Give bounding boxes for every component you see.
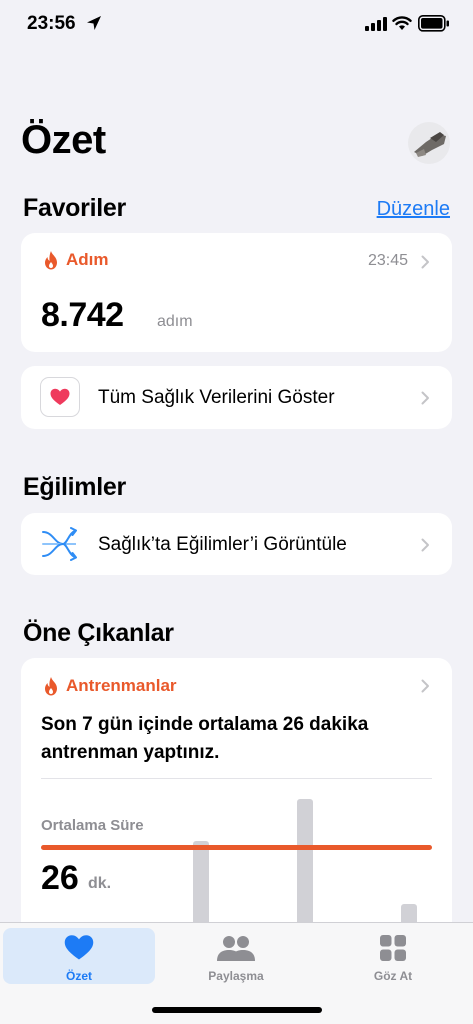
steps-value: 8.742 bbox=[41, 296, 124, 334]
tab-sharing[interactable]: Paylaşma bbox=[160, 928, 312, 984]
trends-section-title: Eğilimler bbox=[23, 473, 126, 501]
chevron-right-icon bbox=[421, 538, 429, 552]
average-line bbox=[41, 845, 432, 850]
people-icon bbox=[217, 936, 255, 961]
favorites-section-title: Favoriler bbox=[23, 194, 126, 222]
view-trends-button[interactable]: Sağlık’ta Eğilimler’i Görüntüle bbox=[21, 513, 452, 575]
highlights-section-title: Öne Çıkanlar bbox=[23, 619, 174, 647]
wifi-icon bbox=[392, 16, 412, 30]
flame-icon bbox=[45, 677, 57, 696]
chevron-right-icon bbox=[421, 255, 429, 269]
grid-icon bbox=[380, 935, 406, 961]
heart-icon bbox=[50, 388, 70, 405]
status-bar: 23:56 bbox=[0, 0, 473, 50]
tab-browse[interactable]: Göz At bbox=[317, 928, 469, 984]
heart-icon bbox=[64, 935, 94, 960]
workouts-label: Antrenmanlar bbox=[66, 676, 177, 695]
flame-icon bbox=[45, 251, 57, 270]
steps-unit: adım bbox=[157, 313, 193, 330]
tab-label: Paylaşma bbox=[208, 969, 264, 983]
status-time: 23:56 bbox=[27, 13, 76, 34]
trends-icon bbox=[42, 527, 77, 561]
location-arrow-icon bbox=[87, 16, 101, 30]
avatar-image bbox=[408, 122, 450, 164]
steps-card[interactable]: Adım 23:45 8.742 adım bbox=[21, 233, 452, 352]
average-duration-unit: dk. bbox=[88, 875, 112, 892]
tab-label: Göz At bbox=[373, 969, 413, 983]
chevron-right-icon bbox=[421, 679, 429, 693]
show-all-health-data-label: Tüm Sağlık Verilerini Göster bbox=[98, 387, 335, 408]
show-all-health-data-button[interactable]: Tüm Sağlık Verilerini Göster bbox=[21, 366, 452, 429]
divider bbox=[41, 778, 432, 779]
profile-avatar[interactable] bbox=[408, 122, 450, 164]
steps-timestamp: 23:45 bbox=[367, 252, 408, 269]
steps-label: Adım bbox=[66, 250, 109, 269]
home-indicator bbox=[152, 1007, 322, 1013]
edit-favorites-button[interactable]: Düzenle bbox=[377, 198, 450, 221]
average-duration-label: Ortalama Süre bbox=[41, 817, 144, 834]
view-trends-label: Sağlık’ta Eğilimler’i Görüntüle bbox=[98, 534, 347, 555]
page-title: Özet bbox=[21, 118, 106, 162]
chevron-right-icon bbox=[421, 391, 429, 405]
workouts-summary-text: Son 7 gün içinde ortalama 26 dakika antr… bbox=[41, 714, 369, 763]
average-duration-value: 26 bbox=[41, 859, 79, 897]
health-app-icon bbox=[40, 377, 80, 417]
workouts-highlight-card[interactable]: Antrenmanlar Son 7 gün içinde ortalama 2… bbox=[21, 658, 452, 958]
tab-label: Özet bbox=[65, 969, 92, 983]
cellular-signal-icon bbox=[365, 17, 387, 31]
battery-icon bbox=[418, 15, 449, 32]
tab-summary[interactable]: Özet bbox=[3, 928, 155, 984]
